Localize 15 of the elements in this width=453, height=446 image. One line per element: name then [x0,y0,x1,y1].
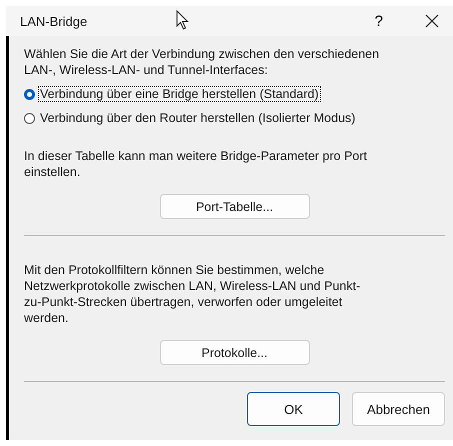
help-button[interactable]: ? [370,12,387,30]
cancel-button[interactable]: Abbrechen [352,392,445,426]
radio-label[interactable]: Verbindung über eine Bridge herstellen (Standard) [38,86,321,102]
description-text: In dieser Tabelle kann man weitere Bridge-Parameter pro Port einstellen. [24,148,368,180]
dialog-button[interactable]: Protokolle... [160,340,310,365]
description-text: Mit den Protokollfiltern können Sie bestimmen, welche Netzwerkprotokolle zwischen LAN, Wireless-LAN und Punkt-zu-Punkt-Strecken übertragen, verworfen oder umgeleitet werden. [24,262,362,326]
dialog-button[interactable]: Port-Tabelle... [160,194,310,219]
mouse-cursor-icon [176,10,190,30]
intro-text: Wählen Sie die Art der Verbindung zwischen den verschiedenen LAN-, Wireless-LAN- und Tunnel-Interfaces: [24,46,380,78]
ok-button[interactable]: OK [247,392,340,426]
close-button[interactable] [425,14,439,28]
radio-button[interactable] [24,112,35,124]
radio-label[interactable]: Verbindung über den Router herstellen (Isolierter Modus) [38,110,358,126]
radio-button[interactable] [24,88,35,100]
window-title: LAN-Bridge [20,14,88,28]
